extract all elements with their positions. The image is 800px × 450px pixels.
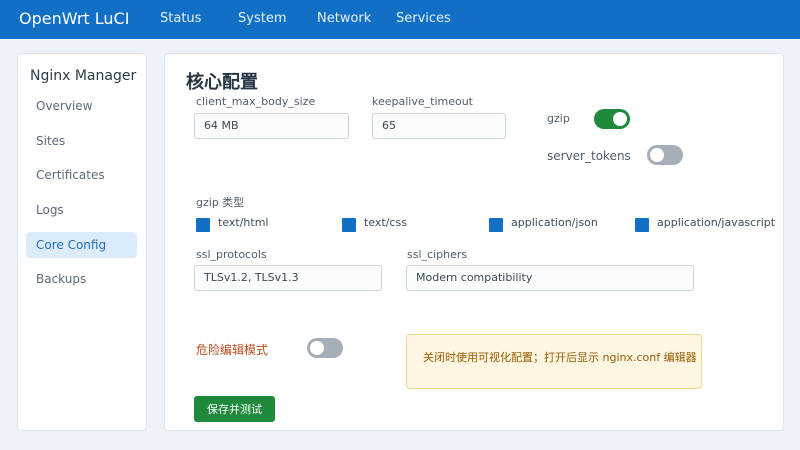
nav-status[interactable]: Status xyxy=(160,11,201,26)
gzip-type-application-javascript-checkbox[interactable] xyxy=(635,218,649,232)
sidebar-item-sites[interactable]: Sites xyxy=(26,128,137,154)
danger-mode-toggle[interactable] xyxy=(307,338,343,358)
danger-mode-label: 危险编辑模式 xyxy=(196,343,269,357)
gzip-type-text-html-checkbox[interactable] xyxy=(196,218,210,232)
gzip-type-label: text/html xyxy=(218,216,269,229)
sidebar-item-logs[interactable]: Logs xyxy=(26,197,137,223)
save-and-test-button[interactable]: 保存并测试 xyxy=(194,396,275,422)
gzip-type-text-css-checkbox[interactable] xyxy=(342,218,356,232)
toggle-knob xyxy=(613,112,627,126)
keepalive-timeout-label: keepalive_timeout xyxy=(372,95,473,108)
server-tokens-label: server_tokens xyxy=(547,149,631,163)
gzip-type-label: text/css xyxy=(364,216,407,229)
gzip-type-label: application/javascript xyxy=(657,216,776,229)
toggle-knob xyxy=(310,341,324,355)
sidebar-title: Nginx Manager xyxy=(30,68,137,84)
sidebar-item-core-config[interactable]: Core Config xyxy=(26,232,137,258)
core-config-panel: 核心配置 client_max_body_size 64 MB keepaliv… xyxy=(164,53,784,431)
gzip-type-application-json-checkbox[interactable] xyxy=(489,218,503,232)
sidebar-item-certificates[interactable]: Certificates xyxy=(26,162,137,188)
sidebar-item-overview[interactable]: Overview xyxy=(26,93,137,119)
keepalive-timeout-input[interactable]: 65 xyxy=(372,113,506,139)
ssl-protocols-input[interactable]: TLSv1.2, TLSv1.3 xyxy=(194,265,382,291)
gzip-toggle[interactable] xyxy=(594,109,630,129)
editor-mode-notice: 关闭时使用可视化配置；打开后显示 nginx.conf 编辑器 xyxy=(406,334,702,389)
ssl-protocols-label: ssl_protocols xyxy=(196,248,267,261)
nav-network[interactable]: Network xyxy=(317,11,371,26)
gzip-types-label: gzip 类型 xyxy=(196,196,245,209)
app-title[interactable]: OpenWrt LuCI xyxy=(19,9,129,28)
nav-system[interactable]: System xyxy=(238,11,286,26)
client-max-body-size-label: client_max_body_size xyxy=(196,95,316,108)
server-tokens-toggle[interactable] xyxy=(647,145,683,165)
gzip-type-label: application/json xyxy=(511,216,598,229)
ssl-ciphers-label: ssl_ciphers xyxy=(407,248,468,261)
sidebar-item-backups[interactable]: Backups xyxy=(26,266,137,292)
gzip-label: gzip xyxy=(547,112,570,125)
nav-services[interactable]: Services xyxy=(396,11,451,26)
sidebar: Nginx Manager Overview Sites Certificate… xyxy=(17,53,147,431)
top-navbar: OpenWrt LuCI Status System Network Servi… xyxy=(0,0,800,39)
client-max-body-size-input[interactable]: 64 MB xyxy=(194,113,349,139)
ssl-ciphers-input[interactable]: Modern compatibility xyxy=(406,265,694,291)
page-title: 核心配置 xyxy=(186,72,258,93)
toggle-knob xyxy=(650,148,664,162)
